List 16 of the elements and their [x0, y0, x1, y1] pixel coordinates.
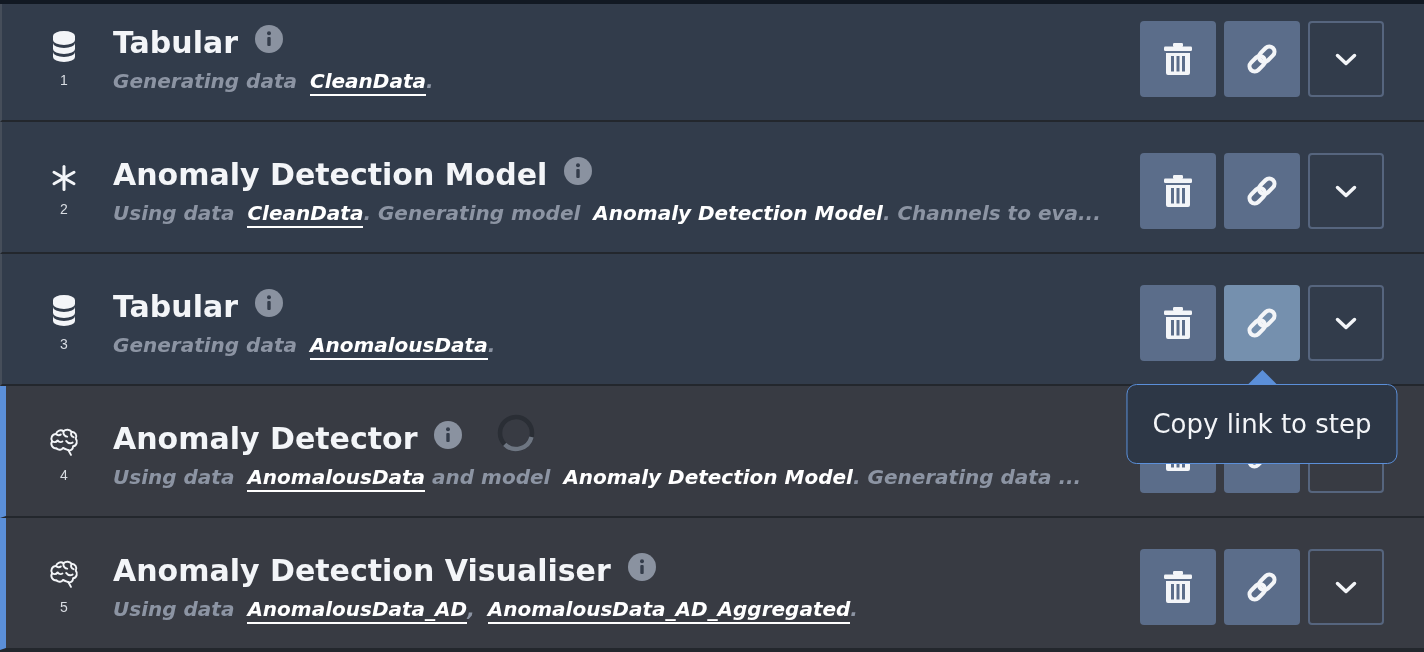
- step-description: Generating data AnomalousData.: [113, 331, 1140, 359]
- step-description: Using data CleanData. Generating model Anomaly Detection Model. Channels to eva...: [113, 199, 1140, 227]
- step-number: 5: [60, 599, 68, 615]
- step-title: Anomaly Detector: [113, 420, 418, 458]
- step-title: Tabular: [113, 24, 238, 62]
- step-description: Using data AnomalousData_AD, AnomalousData_AD_Aggregated.: [113, 595, 1140, 623]
- step-number: 3: [60, 335, 68, 352]
- step-title: Tabular: [113, 288, 238, 326]
- step-title: Anomaly Detection Model: [113, 156, 548, 194]
- step-description: Using data AnomalousData and model Anomaly Detection Model. Generating data ...: [113, 463, 1140, 491]
- step-title: Anomaly Detection Visualiser: [113, 552, 611, 590]
- step-number: 1: [60, 71, 68, 88]
- tooltip: Copy link to step: [1126, 384, 1398, 464]
- step-description: Generating data CleanData.: [113, 67, 1140, 95]
- step-number: 4: [60, 467, 68, 483]
- step-number: 2: [60, 201, 68, 217]
